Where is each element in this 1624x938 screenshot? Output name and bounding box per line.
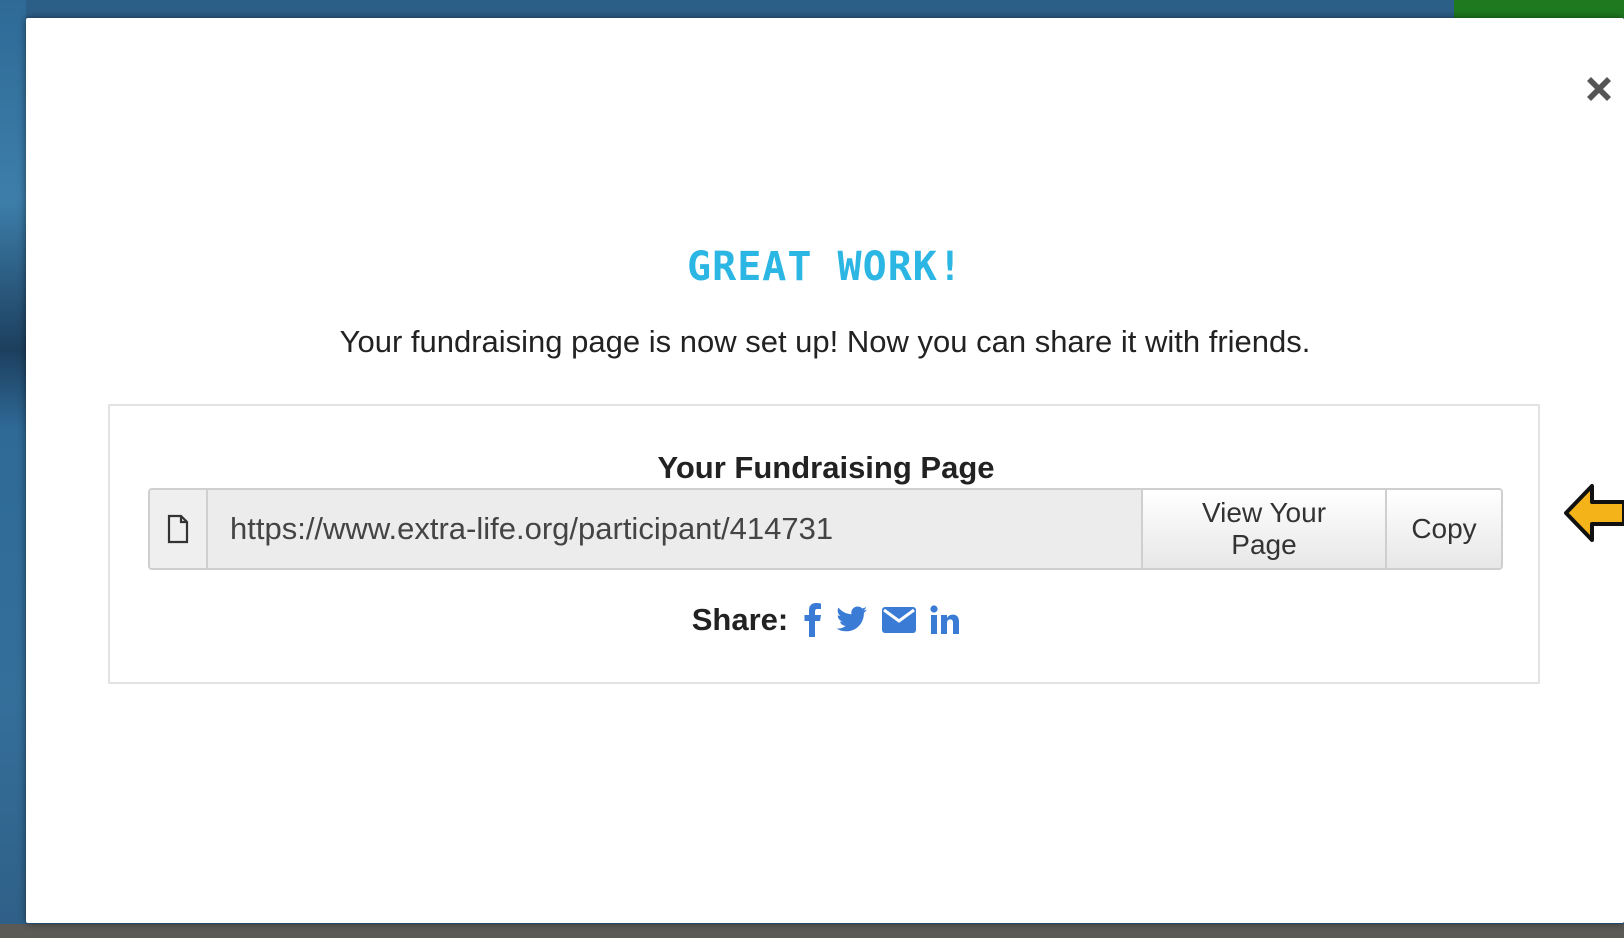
panel-title: Your Fundraising Page [657, 450, 995, 485]
document-icon [167, 514, 189, 544]
url-addon [150, 490, 208, 568]
backdrop-left-edge [0, 0, 26, 938]
share-row: Share: [110, 602, 1542, 638]
copy-button[interactable]: Copy [1385, 490, 1501, 568]
close-icon [1587, 77, 1611, 101]
fundraising-page-panel: Your Fundraising Page View Your Page Cop… [108, 404, 1540, 684]
success-modal: GREAT WORK! Your fundraising page is now… [26, 18, 1624, 923]
success-message: Your fundraising page is now set up! Now… [339, 324, 1311, 359]
twitter-icon[interactable] [836, 606, 868, 634]
facebook-icon[interactable] [804, 603, 822, 637]
backdrop-top [0, 0, 1624, 16]
fundraising-url-field[interactable] [208, 490, 1141, 568]
email-icon[interactable] [882, 607, 917, 633]
left-arrow-icon [1564, 484, 1624, 542]
url-input-group: View Your Page Copy [148, 488, 1503, 570]
view-your-page-button[interactable]: View Your Page [1141, 490, 1385, 568]
backdrop-green-bar [1454, 0, 1624, 18]
headline: GREAT WORK! [687, 244, 963, 290]
backdrop-bottom [0, 924, 1624, 938]
share-label: Share: [691, 602, 789, 637]
close-button[interactable] [1576, 66, 1622, 112]
linkedin-icon[interactable] [930, 605, 960, 635]
